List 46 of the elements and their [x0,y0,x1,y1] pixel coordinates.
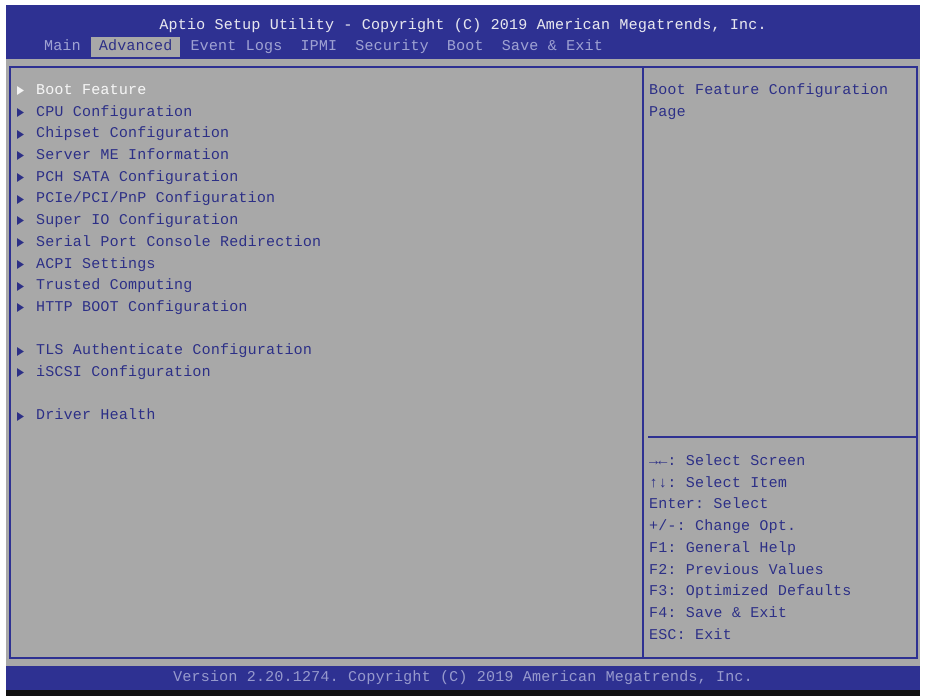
menu-item[interactable]: PCH SATA Configuration [17,166,238,188]
caret-right-icon [17,412,24,421]
menu-tab[interactable]: Event Logs [182,37,290,57]
menu-item[interactable]: Super IO Configuration [17,210,238,232]
menu-item[interactable]: CPU Configuration [17,102,192,124]
caret-right-icon [17,194,24,204]
menu-item[interactable]: ACPI Settings [17,254,156,276]
menu-tab[interactable]: Main [36,37,89,57]
caret-right-icon [17,346,24,356]
caret-right-icon [17,282,24,291]
menu-tab[interactable]: Save & Exit [494,37,611,57]
window-title: Aptio Setup Utility - Copyright (C) 2019 American Megatrends, Inc. [159,16,767,36]
caret-right-icon [17,216,24,226]
key-hint: F3: Optimized Defaults [649,582,852,602]
caret-right-icon [17,303,24,312]
caret-right-icon [17,108,24,118]
status-text: Version 2.20.1274. Copyright (C) 2019 American Megatrends, Inc. [173,668,753,688]
menu-item[interactable]: Trusted Computing [17,275,192,297]
menu-tab[interactable]: Boot [438,37,492,57]
caret-right-icon [17,260,24,269]
menu-item[interactable]: Serial Port Console Redirection [17,232,322,254]
key-hint: Enter: Select [649,495,769,516]
key-hint: →←: Select Screen [649,452,806,472]
caret-right-icon [17,86,24,96]
caret-right-icon [17,173,24,182]
menu-item[interactable]: TLS Authenticate Configuration [17,340,312,362]
key-hint: F2: Previous Values [649,560,824,581]
key-hint: +/-: Change Opt. [649,517,796,538]
menu-item[interactable]: HTTP BOOT Configuration [17,296,248,319]
menu-tab[interactable]: Advanced [90,37,180,57]
help-text: Boot Feature Configuration Page [649,81,890,123]
key-hint: ↑↓: Select Item [649,474,788,494]
caret-right-icon [17,368,24,378]
menu-item[interactable]: iSCSI Configuration [17,362,211,384]
menu-item[interactable]: Server ME Information [17,145,230,167]
key-hint: F1: General Help [649,538,796,559]
key-hint: F4: Save & Exit [649,604,788,624]
menu-tab[interactable]: Security [347,37,437,57]
menu-tab[interactable]: IPMI [292,37,346,57]
menu-item[interactable]: Driver Health [17,405,156,427]
menu-item[interactable]: PCIe/PCI/PnP Configuration [17,188,276,210]
key-hint: ESC: Exit [649,626,732,646]
menu-item[interactable]: Chipset Configuration [17,123,230,146]
caret-right-icon [17,238,24,248]
caret-right-icon [17,130,24,139]
caret-right-icon [17,151,24,160]
